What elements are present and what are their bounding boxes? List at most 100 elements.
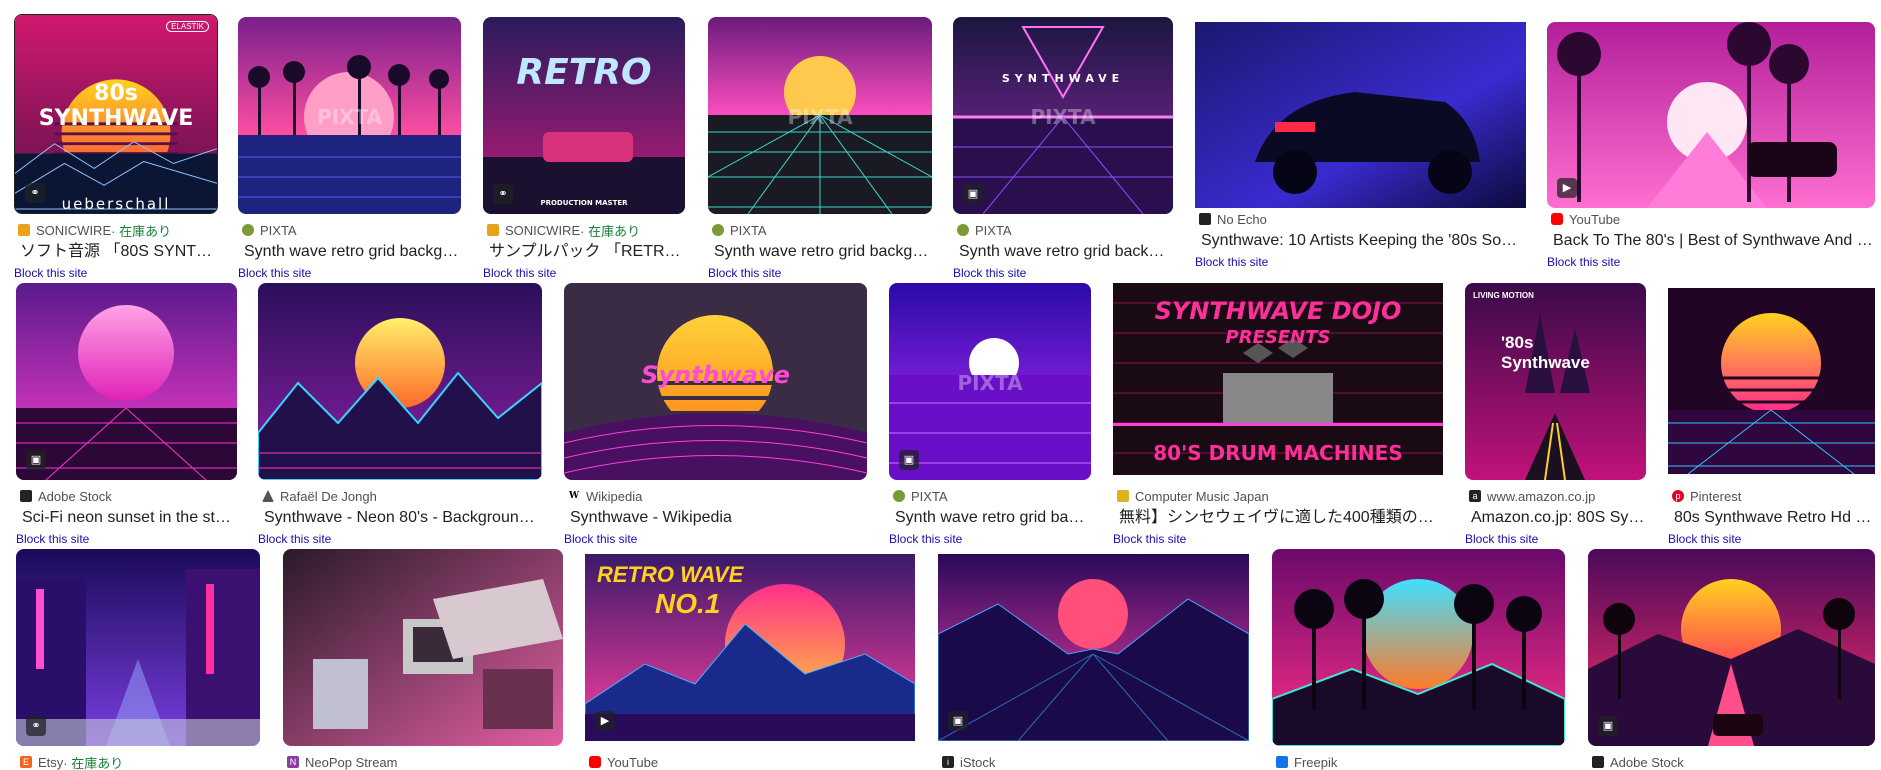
source-row[interactable]: YouTube xyxy=(585,754,915,770)
source-row[interactable]: SONICWIRE · 在庫あり xyxy=(483,222,685,238)
result-thumbnail[interactable]: 80s SYNTHWAVE ueberschall ELASTIK ⚭ xyxy=(14,14,218,214)
source-row[interactable]: W Wikipedia xyxy=(564,488,867,504)
result-title[interactable]: Synthwave - Neon 80's - Background … xyxy=(258,508,542,528)
source-row[interactable]: N NeoPop Stream xyxy=(283,754,563,770)
image-result[interactable]: SYNTHWAVE PIXTA ▣ PIXTA Synth wave retro… xyxy=(953,17,1173,292)
image-result[interactable]: RETRO WAVE NO.1 ▶ YouTube xyxy=(585,554,915,770)
block-site-link[interactable]: Block this site xyxy=(889,531,1091,547)
image-icon: ▣ xyxy=(963,184,983,204)
image-result[interactable]: RETRO PRODUCTION MASTER ⚭ SONICWIRE · 在庫… xyxy=(483,17,685,292)
image-result[interactable]: ⚭ E Etsy · 在庫あり xyxy=(16,549,260,770)
result-thumbnail[interactable] xyxy=(258,283,542,480)
block-site-link[interactable]: Block this site xyxy=(953,265,1173,281)
result-thumbnail[interactable]: RETRO PRODUCTION MASTER ⚭ xyxy=(483,17,685,214)
noecho-favicon-icon xyxy=(1199,213,1211,225)
result-thumbnail[interactable]: SYNTHWAVE PIXTA ▣ xyxy=(953,17,1173,214)
source-name: YouTube xyxy=(607,754,659,770)
result-thumbnail[interactable]: RETRO WAVE NO.1 ▶ xyxy=(585,554,915,741)
image-result[interactable]: No Echo Synthwave: 10 Artists Keeping th… xyxy=(1195,22,1526,281)
source-row[interactable]: PIXTA xyxy=(953,222,1173,238)
block-site-link[interactable]: Block this site xyxy=(1668,531,1875,547)
result-thumbnail[interactable] xyxy=(1668,288,1875,474)
block-site-link[interactable]: Block this site xyxy=(1465,531,1646,547)
source-row[interactable]: E Etsy · 在庫あり xyxy=(16,754,260,770)
result-thumbnail[interactable]: SYNTHWAVE DOJO PRESENTS 80'S DRUM MACHIN… xyxy=(1113,283,1443,475)
block-site-link[interactable]: Block this site xyxy=(708,265,932,281)
result-thumbnail[interactable] xyxy=(283,549,563,746)
source-row[interactable]: Computer Music Japan xyxy=(1113,488,1443,504)
result-thumbnail[interactable]: ▣ xyxy=(16,283,237,480)
image-result[interactable]: Synthwave W Wikipedia Synthwave - Wikipe… xyxy=(564,283,867,558)
image-result[interactable]: ▣ Adobe Stock xyxy=(1588,549,1875,770)
neon-sunset-image xyxy=(16,283,237,480)
image-icon: ▣ xyxy=(899,450,919,470)
neopop-favicon-icon: N xyxy=(287,756,299,768)
palm-sunset-freepik-image xyxy=(1272,549,1565,746)
result-title[interactable]: 無料】シンセウェイヴに適した400種類のサ… xyxy=(1113,508,1443,528)
source-row[interactable]: Adobe Stock xyxy=(1588,754,1875,770)
result-thumbnail[interactable]: ▣ xyxy=(938,554,1249,741)
source-row[interactable]: Adobe Stock xyxy=(16,488,237,504)
result-thumbnail[interactable]: ▶ xyxy=(1547,22,1875,208)
result-thumbnail[interactable]: PIXTA ▣ xyxy=(889,283,1091,480)
block-site-link[interactable]: Block this site xyxy=(238,265,461,281)
source-row[interactable]: PIXTA xyxy=(238,222,461,238)
source-row[interactable]: No Echo xyxy=(1195,211,1526,227)
result-thumbnail[interactable]: Synthwave xyxy=(564,283,867,480)
result-title[interactable]: Synth wave retro grid backgr… xyxy=(953,242,1173,262)
result-title[interactable]: 80s Synthwave Retro Hd | … xyxy=(1668,508,1875,528)
source-row[interactable]: Rafaël De Jongh xyxy=(258,488,542,504)
result-title[interactable]: Synth wave retro grid backgr… xyxy=(708,242,932,262)
image-result[interactable]: ▣ i iStock xyxy=(938,554,1249,770)
image-result[interactable]: p Pinterest 80s Synthwave Retro Hd | … B… xyxy=(1668,288,1875,558)
block-site-link[interactable]: Block this site xyxy=(14,265,218,281)
image-result[interactable]: LIVING MOTION '80s Synthwave a www.amazo… xyxy=(1465,283,1646,558)
block-site-link[interactable]: Block this site xyxy=(564,531,867,547)
freepik-favicon-icon xyxy=(1276,756,1288,768)
source-row[interactable]: p Pinterest xyxy=(1668,488,1875,504)
image-result[interactable]: SYNTHWAVE DOJO PRESENTS 80'S DRUM MACHIN… xyxy=(1113,283,1443,558)
result-title[interactable]: Synthwave: 10 Artists Keeping the '80s S… xyxy=(1195,231,1526,251)
result-thumbnail[interactable] xyxy=(1195,22,1526,208)
block-site-link[interactable]: Block this site xyxy=(1195,254,1526,270)
block-site-link[interactable]: Block this site xyxy=(1547,254,1875,270)
result-thumbnail[interactable] xyxy=(1272,549,1565,746)
block-site-link[interactable]: Block this site xyxy=(16,531,237,547)
result-title[interactable]: ソフト音源 「80S SYNTH… xyxy=(14,242,218,262)
image-result[interactable]: N NeoPop Stream xyxy=(283,549,563,770)
result-thumbnail[interactable]: ⚭ xyxy=(16,549,260,746)
result-title[interactable]: Amazon.co.jp: 80S Syn… xyxy=(1465,508,1646,528)
image-result[interactable]: 80s SYNTHWAVE ueberschall ELASTIK ⚭ SONI… xyxy=(14,14,218,292)
source-row[interactable]: PIXTA xyxy=(708,222,932,238)
image-result[interactable]: PIXTA ▣ PIXTA Synth wave retro grid bac…… xyxy=(889,283,1091,558)
image-result[interactable]: ▶ YouTube Back To The 80's | Best of Syn… xyxy=(1547,22,1875,281)
result-title[interactable]: Synth wave retro grid backgr… xyxy=(238,242,461,262)
source-row[interactable]: Freepik xyxy=(1272,754,1565,770)
result-title[interactable]: Back To The 80's | Best of Synthwave And… xyxy=(1547,231,1875,251)
pixta-favicon-icon xyxy=(712,224,724,236)
block-site-link[interactable]: Block this site xyxy=(1113,531,1443,547)
result-title[interactable]: Sci-Fi neon sunset in the styl… xyxy=(16,508,237,528)
result-thumbnail[interactable]: PIXTA xyxy=(708,17,932,214)
source-row[interactable]: SONICWIRE · 在庫あり xyxy=(14,222,218,238)
source-row[interactable]: YouTube xyxy=(1547,211,1875,227)
image-icon: ▣ xyxy=(1598,716,1618,736)
result-thumbnail[interactable]: PIXTA xyxy=(238,17,461,214)
image-result[interactable]: PIXTA PIXTA Synth wave retro grid backgr… xyxy=(708,17,932,292)
source-name: Rafaël De Jongh xyxy=(280,488,377,504)
result-thumbnail[interactable]: ▣ xyxy=(1588,549,1875,746)
source-row[interactable]: a www.amazon.co.jp xyxy=(1465,488,1646,504)
result-title[interactable]: サンプルパック 「RETRO … xyxy=(483,242,685,262)
source-name: Computer Music Japan xyxy=(1135,488,1269,504)
result-thumbnail[interactable]: LIVING MOTION '80s Synthwave xyxy=(1465,283,1646,480)
block-site-link[interactable]: Block this site xyxy=(258,531,542,547)
source-row[interactable]: PIXTA xyxy=(889,488,1091,504)
block-site-link[interactable]: Block this site xyxy=(483,265,685,281)
source-row[interactable]: i iStock xyxy=(938,754,1249,770)
result-title[interactable]: Synth wave retro grid bac… xyxy=(889,508,1091,528)
result-title[interactable]: Synthwave - Wikipedia xyxy=(564,508,867,528)
image-result[interactable]: Freepik xyxy=(1272,549,1565,770)
image-result[interactable]: PIXTA PIXTA Synth wave retro grid backgr… xyxy=(238,17,461,292)
image-result[interactable]: ▣ Adobe Stock Sci-Fi neon sunset in the … xyxy=(16,283,237,558)
image-result[interactable]: Rafaël De Jongh Synthwave - Neon 80's - … xyxy=(258,283,542,558)
